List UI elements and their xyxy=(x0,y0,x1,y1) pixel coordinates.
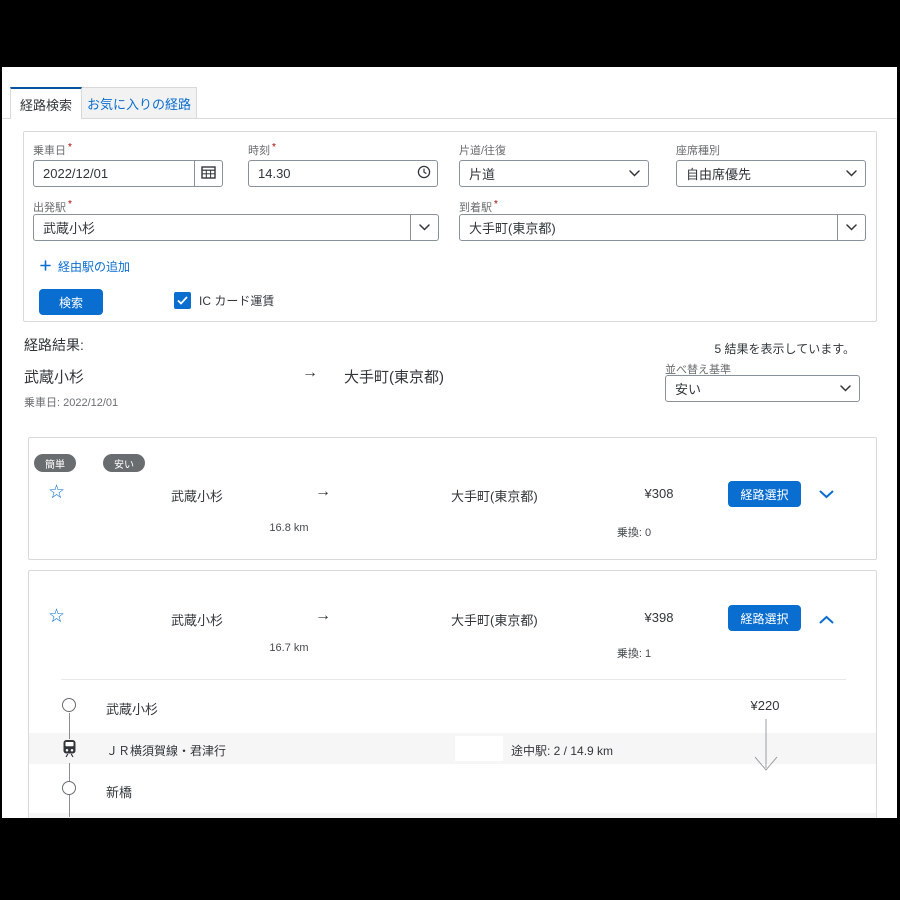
route-badge: 安い xyxy=(103,454,145,472)
seat-type-select[interactable]: 自由席優先 xyxy=(676,160,866,187)
to-station-select[interactable]: 大手町(東京都) xyxy=(459,214,866,241)
tabbar-divider xyxy=(2,118,897,119)
chevron-down-icon xyxy=(838,161,865,186)
to-station-value: 大手町(東京都) xyxy=(460,218,837,237)
required-mark: * xyxy=(68,142,72,153)
chevron-down-icon[interactable] xyxy=(410,215,438,240)
date-label: 乗車日* xyxy=(33,142,72,158)
train-icon xyxy=(61,739,78,763)
plus-icon xyxy=(40,260,51,274)
sort-value: 安い xyxy=(666,379,832,398)
route-badge: 簡単 xyxy=(34,454,76,472)
line-logo-placeholder xyxy=(455,736,503,761)
card-to-station: 大手町(東京都) xyxy=(451,610,538,629)
card-distance: 16.8 km xyxy=(259,522,319,534)
leg-stops-info: 途中駅: 2 / 14.9 km xyxy=(511,742,613,759)
to-station-label: 到着駅* xyxy=(459,199,498,215)
card-fare: ¥308 xyxy=(629,486,689,501)
card-to-station: 大手町(東京都) xyxy=(451,486,538,505)
results-count: 5 結果を表示しています。 xyxy=(715,340,855,357)
summary-to-station: 大手町(東京都) xyxy=(344,366,444,387)
station-marker-circle xyxy=(62,781,76,795)
date-value: 2022/12/01 xyxy=(34,166,194,181)
required-mark: * xyxy=(68,199,72,210)
ic-fare-row: IC カード運賃 xyxy=(174,292,274,309)
tab-route-search[interactable]: 経路検索 xyxy=(10,87,82,119)
trip-type-value: 片道 xyxy=(460,164,621,183)
time-value: 14.30 xyxy=(249,166,410,181)
station-marker-circle xyxy=(62,698,76,712)
from-station-label: 出発駅* xyxy=(33,199,72,215)
card-transfers: 乗換: 1 xyxy=(594,645,674,661)
summary-ride-date: 乗車日: 2022/12/01 xyxy=(24,394,118,410)
date-input[interactable]: 2022/12/01 xyxy=(33,160,223,187)
ic-fare-label: IC カード運賃 xyxy=(199,292,274,309)
card-distance: 16.7 km xyxy=(259,642,319,654)
summary-from-station: 武蔵小杉 xyxy=(24,366,84,387)
arrow-right-icon: → xyxy=(315,607,331,625)
chevron-down-icon[interactable] xyxy=(837,215,865,240)
time-label-text: 時刻 xyxy=(248,145,270,157)
sort-select[interactable]: 安い xyxy=(665,375,860,402)
detail-end-station: 新橋 xyxy=(106,782,132,801)
to-label-text: 到着駅 xyxy=(459,202,492,214)
from-station-select[interactable]: 武蔵小杉 xyxy=(33,214,439,241)
route-result-card: 簡単 安い ☆ 武蔵小杉 → 大手町(東京都) ¥308 経路選択 16.8 k… xyxy=(28,437,877,560)
from-label-text: 出発駅 xyxy=(33,202,66,214)
leg-line-name: ＪＲ横須賀線・君津行 xyxy=(106,742,226,759)
select-route-button[interactable]: 経路選択 xyxy=(728,605,801,631)
card-transfers: 乗換: 0 xyxy=(594,524,674,540)
leg-fare: ¥220 xyxy=(729,698,801,713)
time-input[interactable]: 14.30 xyxy=(248,160,438,187)
leg-stripe xyxy=(29,813,876,818)
required-mark: * xyxy=(272,142,276,153)
expand-chevron-down-icon[interactable] xyxy=(815,484,837,504)
check-icon xyxy=(177,294,188,308)
required-mark: * xyxy=(494,199,498,210)
select-route-button[interactable]: 経路選択 xyxy=(728,481,801,507)
date-label-text: 乗車日 xyxy=(33,145,66,157)
from-station-value: 武蔵小杉 xyxy=(34,218,410,237)
results-title: 経路結果: xyxy=(24,335,84,355)
favorite-star-icon[interactable]: ☆ xyxy=(48,483,65,502)
collapse-chevron-up-icon[interactable] xyxy=(815,609,837,629)
detail-start-station: 武蔵小杉 xyxy=(106,699,158,718)
add-via-station-text: 経由駅の追加 xyxy=(58,258,130,275)
calendar-icon xyxy=(201,165,216,182)
favorite-star-icon[interactable]: ☆ xyxy=(48,607,65,626)
seat-type-value: 自由席優先 xyxy=(677,164,838,183)
time-label: 時刻* xyxy=(248,142,276,158)
seat-type-label: 座席種別 xyxy=(676,142,720,158)
card-from-station: 武蔵小杉 xyxy=(171,486,223,505)
arrow-right-icon: → xyxy=(315,483,331,501)
ic-fare-checkbox[interactable] xyxy=(174,292,191,309)
arrow-right-icon: → xyxy=(302,364,318,382)
clock-button[interactable] xyxy=(410,161,437,186)
add-via-station-link[interactable]: 経由駅の追加 xyxy=(40,258,130,275)
app-window: 経路検索 お気に入りの経路 乗車日* 2022/12/01 時刻* 14.30 xyxy=(2,67,897,818)
tab-favorite-routes[interactable]: お気に入りの経路 xyxy=(82,87,197,118)
search-form-panel: 乗車日* 2022/12/01 時刻* 14.30 片道/往復 片道 xyxy=(23,131,877,322)
calendar-button[interactable] xyxy=(194,161,222,186)
card-from-station: 武蔵小杉 xyxy=(171,610,223,629)
detail-divider xyxy=(61,679,846,680)
trip-type-label: 片道/往復 xyxy=(459,142,506,158)
timeline-connector xyxy=(69,713,70,817)
chevron-down-icon xyxy=(621,161,648,186)
trip-type-select[interactable]: 片道 xyxy=(459,160,649,187)
card-fare: ¥398 xyxy=(629,610,689,625)
leg-down-arrow-icon xyxy=(753,718,779,785)
clock-icon xyxy=(417,165,431,182)
search-button[interactable]: 検索 xyxy=(39,289,103,315)
route-result-card: ☆ 武蔵小杉 → 大手町(東京都) ¥398 経路選択 16.7 km 乗換: … xyxy=(28,570,877,818)
chevron-down-icon xyxy=(832,376,859,401)
